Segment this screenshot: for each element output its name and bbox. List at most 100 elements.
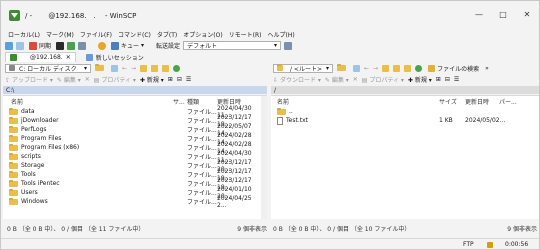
open-folder-icon[interactable] — [95, 64, 104, 71]
file-name: Users — [21, 189, 38, 196]
file-size: 1 KB — [439, 117, 453, 124]
menu-bar: ローカル(L) マーク(M) ファイル(F) コマンド(C) タブ(T) オプシ… — [5, 29, 298, 40]
delete-icon[interactable]: ✕ — [85, 76, 90, 83]
column-header-type[interactable]: 種類 — [187, 96, 199, 106]
delete-icon[interactable]: ✕ — [353, 76, 358, 83]
compare-icon[interactable] — [5, 41, 13, 50]
table-row[interactable]: Windows ファイル... 2024/04/25 2... — [3, 195, 261, 209]
select-plus-icon[interactable]: ⊞ — [168, 76, 173, 83]
remote-dir-select[interactable]: / <ルート> ▾ — [273, 63, 333, 73]
menu-help[interactable]: ヘルプ(H) — [265, 30, 298, 39]
menu-local[interactable]: ローカル(L) — [5, 30, 43, 39]
folder-icon — [9, 107, 18, 115]
file-type: ファイル... — [187, 127, 217, 134]
folder-icon — [9, 143, 18, 151]
sync-icon — [29, 41, 37, 50]
menu-mark[interactable]: マーク(M) — [43, 30, 77, 39]
table-row[interactable]: Test.txt 1 KB 2024/05/02... — [271, 116, 533, 125]
open-folder-icon[interactable] — [337, 64, 346, 71]
back-icon[interactable]: ← — [364, 65, 369, 72]
tab-new-session[interactable]: 新しいセッション — [82, 52, 148, 62]
file-changed: 2024/05/02... — [465, 117, 506, 124]
remote-path-bar[interactable]: / — [271, 86, 539, 94]
file-type: ファイル... — [187, 136, 217, 143]
home-dir-icon[interactable] — [162, 64, 170, 72]
edit-button[interactable]: ✎ 編集 ▾ — [57, 75, 81, 84]
forward-icon[interactable]: → — [373, 65, 378, 72]
local-nav-toolbar: C: ローカル ディスク ▾ ← → — [5, 63, 181, 73]
local-file-toolbar: ⇪ アップロード ▾ ✎ 編集 ▾ ✕ ▤ プロパティ ▾ ✚ 新規 ▾ ⊞ ⊟… — [5, 74, 191, 84]
column-header-size[interactable]: サ... — [173, 96, 185, 106]
file-type: ファイル... — [187, 109, 217, 116]
find-files-button[interactable]: ファイルの検索 — [426, 64, 481, 73]
column-header-permissions[interactable]: パー... — [499, 96, 517, 106]
tab-current-session[interactable]: @192.168. ✕ — [5, 52, 76, 62]
select-all-icon[interactable]: ☰ — [186, 76, 191, 83]
file-name: Program Files (x86) — [21, 144, 80, 151]
select-minus-icon[interactable]: ⊟ — [177, 76, 182, 83]
transfer-settings-select[interactable]: デフォルト ▾ — [183, 41, 282, 50]
edit-button[interactable]: ✎ 編集 ▾ — [325, 75, 349, 84]
local-drive-select[interactable]: C: ローカル ディスク ▾ — [5, 63, 91, 73]
settings-icon[interactable] — [98, 41, 107, 50]
queue-icon — [111, 41, 120, 50]
chevron-down-icon: ▾ — [141, 42, 145, 49]
folder-icon — [9, 152, 18, 160]
menu-remote[interactable]: リモート(R) — [226, 30, 265, 39]
status-bar: FTP 0:00:56 — [1, 238, 539, 249]
synchronize-button[interactable]: 同期 — [27, 41, 53, 50]
close-icon[interactable]: ✕ — [66, 54, 71, 61]
file-type: ファイル... — [187, 145, 217, 152]
column-header-changed[interactable]: 更新日時 — [465, 96, 489, 106]
select-minus-icon[interactable]: ⊟ — [445, 76, 450, 83]
new-button[interactable]: ✚ 新規 ▾ — [140, 75, 164, 84]
queue-button[interactable]: キュー ▾ — [109, 41, 146, 50]
select-plus-icon[interactable]: ⊞ — [436, 76, 441, 83]
select-all-icon[interactable]: ☰ — [454, 76, 459, 83]
properties-button[interactable]: ▤ プロパティ ▾ — [94, 75, 136, 84]
filter-icon[interactable] — [353, 64, 360, 72]
properties-button[interactable]: ▤ プロパティ ▾ — [362, 75, 404, 84]
new-button[interactable]: ✚ 新規 ▾ — [408, 75, 432, 84]
file-name: Test.txt — [286, 117, 308, 124]
refresh-icon[interactable] — [173, 64, 181, 72]
menu-tabs[interactable]: タブ(T) — [154, 30, 180, 39]
file-name: Tools — [21, 171, 36, 178]
refresh-icon[interactable] — [415, 64, 423, 72]
find-icon[interactable] — [16, 41, 24, 50]
overflow-icon[interactable]: » — [485, 65, 489, 72]
refresh-all-icon[interactable] — [67, 41, 76, 50]
upload-button[interactable]: ⇪ アップロード ▾ — [5, 75, 53, 84]
file-name: Storage — [21, 162, 45, 169]
parent-directory-row[interactable]: .. — [277, 107, 293, 116]
menu-commands[interactable]: コマンド(C) — [115, 30, 154, 39]
column-header-name[interactable]: 名前 — [11, 96, 23, 106]
home-dir-icon[interactable] — [404, 64, 412, 72]
forward-icon[interactable]: → — [131, 65, 136, 72]
session-icon — [10, 54, 17, 61]
back-icon[interactable]: ← — [122, 65, 127, 72]
menu-options[interactable]: オプション(O) — [180, 30, 225, 39]
console-icon[interactable] — [78, 41, 87, 50]
remote-status: 0 B （全 0 B 中）、 0 / 個目 （全 10 ファイル中） 9 個非表… — [273, 225, 537, 233]
root-dir-icon[interactable] — [151, 64, 159, 72]
local-file-list[interactable]: 名前 サ... 種類 更新日時 data ファイル... 2024/04/30 11… — [3, 95, 267, 219]
close-button[interactable]: ✕ — [519, 7, 535, 21]
column-header-name[interactable]: 名前 — [277, 96, 289, 106]
remote-file-list[interactable]: 名前 サイズ 更新日時 パー... .. Test.txt 1 KB 2024/05… — [271, 95, 539, 219]
download-button[interactable]: ⇩ ダウンロード ▾ — [273, 75, 321, 84]
terminal-icon[interactable] — [56, 41, 65, 50]
parent-dir-icon[interactable] — [382, 64, 390, 72]
filter-icon[interactable] — [111, 64, 118, 72]
local-scrollbar[interactable] — [261, 96, 267, 219]
column-header-size[interactable]: サイズ — [439, 96, 457, 106]
chevron-down-icon: ▾ — [325, 64, 329, 72]
root-dir-icon[interactable] — [393, 64, 401, 72]
local-path-bar[interactable]: C:\ — [3, 86, 267, 94]
minimize-button[interactable]: — — [471, 7, 487, 21]
menu-files[interactable]: ファイル(F) — [77, 30, 115, 39]
maximize-button[interactable]: □ — [495, 7, 511, 21]
parent-dir-icon[interactable] — [140, 64, 148, 72]
folder-icon — [9, 170, 18, 178]
transfer-options-icon[interactable] — [284, 41, 293, 50]
